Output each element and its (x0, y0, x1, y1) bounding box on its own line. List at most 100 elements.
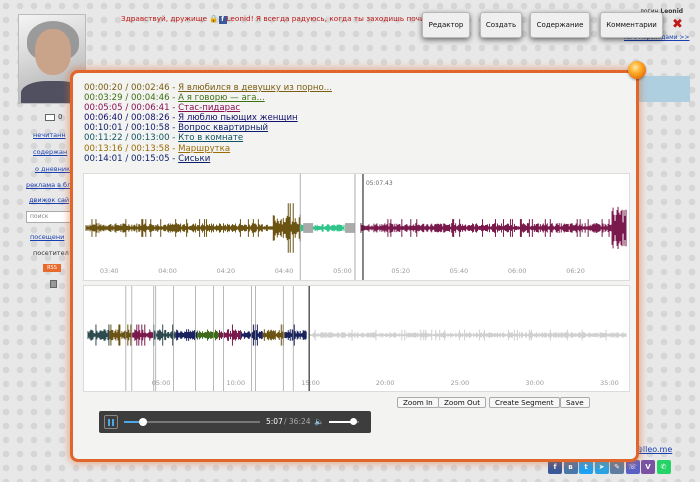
waveform-segment (175, 329, 198, 341)
sidebar-link-unread[interactable]: нечитанн (33, 131, 66, 139)
create-segment-button[interactable]: Create Segment (489, 397, 560, 408)
track-title-link[interactable]: Вопрос квартирный (178, 123, 268, 133)
track-time: 00:14:01 / 00:15:05 - (84, 153, 179, 164)
telegram-share-icon[interactable]: ➤ (594, 460, 609, 474)
audio-player: 5:07 / 36:24 🔈 (99, 411, 371, 433)
track-item: 00:06:40 / 00:08:26 - Я люблю пьющих жен… (84, 113, 332, 123)
twitter-share-icon[interactable]: t (579, 460, 593, 474)
waveform-segment (87, 324, 110, 346)
pause-icon[interactable] (104, 415, 118, 429)
viber-share-icon[interactable]: ☏ (625, 460, 640, 474)
segment-marker (345, 223, 356, 233)
waveform-segment (153, 324, 176, 346)
mail-icon[interactable] (45, 114, 55, 121)
track-time: 00:00:20 / 00:02:46 - (84, 83, 179, 93)
waveform-segment (219, 324, 241, 346)
social-icons: f в t ➤ ✎ ☏ V ✆ (548, 460, 671, 474)
lock-icon: 🔒 (209, 14, 219, 23)
track-title-link[interactable]: А я говорю — ага... (178, 93, 265, 103)
waveform-segment (360, 219, 612, 237)
track-time: 00:13:16 / 00:13:58 - (84, 143, 179, 154)
sidebar-link-about[interactable]: о дневник (35, 165, 70, 173)
whatsapp-share-icon[interactable]: ✆ (656, 460, 671, 474)
vk-share-icon[interactable]: в (563, 460, 578, 474)
progress-knob[interactable] (139, 418, 148, 426)
axis-tick-label: 04:20 (217, 267, 236, 275)
sidebar-link-contents[interactable]: содержан (33, 148, 67, 156)
axis-tick-label: 06:20 (566, 267, 585, 275)
track-item: 00:00:20 / 00:02:46 - Я влюбился в девуш… (84, 83, 332, 93)
track-item: 00:05:05 / 00:06:41 - Стас-пидарас (84, 103, 332, 113)
axis-tick-label: 05:00 (333, 267, 352, 275)
waveform-segment (284, 324, 307, 346)
comments-button[interactable]: Комментарии (600, 12, 663, 38)
audio-editor-modal: 00:00:20 / 00:02:46 - Я влюбился в девуш… (70, 70, 639, 462)
progress-bar[interactable] (124, 418, 260, 426)
axis-tick-label: 20:00 (376, 379, 395, 387)
greeting-prefix: Здравствуй, дружище (121, 14, 208, 23)
waveform-segment (85, 219, 298, 237)
waveform-segment (240, 324, 263, 346)
facebook-share-icon[interactable]: f (548, 460, 562, 474)
sidebar-link-engine[interactable]: движок сай (29, 196, 69, 204)
axis-tick-label: 25:00 (451, 379, 470, 387)
track-time: 00:10:01 / 00:10:58 - (84, 123, 179, 134)
contents-button[interactable]: Содержание (530, 12, 590, 38)
track-title-link[interactable]: Стас-пидарас (178, 103, 240, 113)
track-time: 00:05:05 / 00:06:41 - (84, 103, 179, 114)
segment-marker (303, 223, 314, 233)
axis-tick-label: 03:40 (100, 267, 119, 275)
lock-icon (50, 280, 57, 288)
greeting: Здравствуй, дружище 🔒 f Leonid! Я всегда р… (121, 14, 454, 24)
visitors-label: посетител (33, 249, 69, 257)
viber-alt-share-icon[interactable]: V (641, 460, 655, 474)
axis-tick-label: 15:00 (301, 379, 320, 387)
axis-tick-label: 04:40 (275, 267, 294, 275)
track-item: 00:11:22 / 00:13:00 - Кто в комнате (84, 133, 332, 143)
track-title-link[interactable]: Кто в комнате (178, 133, 243, 143)
login-user[interactable]: Leonid (660, 8, 683, 15)
zoom-in-button[interactable]: Zoom In (397, 397, 439, 408)
track-list: 00:00:20 / 00:02:46 - Я влюбился в девуш… (84, 83, 332, 164)
volume-slider[interactable] (329, 418, 359, 425)
save-button[interactable]: Save (560, 397, 590, 408)
modal-close-button[interactable] (628, 61, 646, 79)
zoomed-waveform[interactable]: 05:07.43 03:40 04:00 04:20 04:40 05:00 05:20 05… (83, 173, 630, 281)
waveform-segment (109, 324, 132, 346)
sidebar-link-visits[interactable]: посещени (30, 233, 64, 241)
volume-icon[interactable]: 🔈 (314, 417, 324, 426)
total-time: / 36:24 (284, 417, 311, 426)
volume-knob[interactable] (350, 418, 357, 425)
greeting-user[interactable]: Leonid (227, 14, 251, 23)
unread-count: 0 (58, 113, 63, 121)
axis-tick-label: 05:40 (450, 267, 469, 275)
waveform-segment (131, 324, 154, 346)
sidebar-search-input[interactable]: поиск (26, 211, 72, 223)
close-icon[interactable]: ✖ (672, 17, 683, 32)
current-time: 5:07 (266, 417, 283, 426)
axis-tick-label: 10:00 (226, 379, 245, 387)
track-item: 00:10:01 / 00:10:58 - Вопрос квартирный (84, 123, 332, 133)
waveform-segment (308, 329, 627, 341)
track-title-link[interactable]: Я влюбился в девушку из порно... (178, 83, 332, 93)
sidebar-link-ads[interactable]: реклама в бл (26, 181, 71, 189)
track-title-link[interactable]: Маршрутка (178, 144, 230, 154)
axis-tick-label: 30:00 (525, 379, 544, 387)
track-time: 00:11:22 / 00:13:00 - (84, 133, 179, 144)
track-title-link[interactable]: Сиськи (178, 154, 210, 164)
zoom-out-button[interactable]: Zoom Out (438, 397, 487, 408)
waveform-segment (272, 203, 301, 253)
playhead-label: 05:07.43 (366, 180, 393, 187)
editor-button[interactable]: Редактор (422, 12, 470, 38)
track-item: 00:14:01 / 00:15:05 - Сиськи (84, 154, 332, 164)
track-item: 00:03:29 / 00:04:46 - А я говорю — ага..… (84, 93, 332, 103)
track-title-link[interactable]: Я люблю пьющих женщин (178, 113, 298, 123)
waveform-segment (262, 324, 285, 346)
waveform-segment (611, 206, 627, 250)
create-button[interactable]: Создать (480, 12, 522, 38)
rss-badge[interactable]: RSS (43, 264, 61, 272)
axis-tick-label: 06:00 (508, 267, 527, 275)
track-time: 00:03:29 / 00:04:46 - (84, 93, 179, 104)
overview-waveform[interactable]: 05:00 10:00 15:00 20:00 25:00 30:00 35:00 (83, 285, 630, 392)
lj-share-icon[interactable]: ✎ (610, 460, 624, 474)
